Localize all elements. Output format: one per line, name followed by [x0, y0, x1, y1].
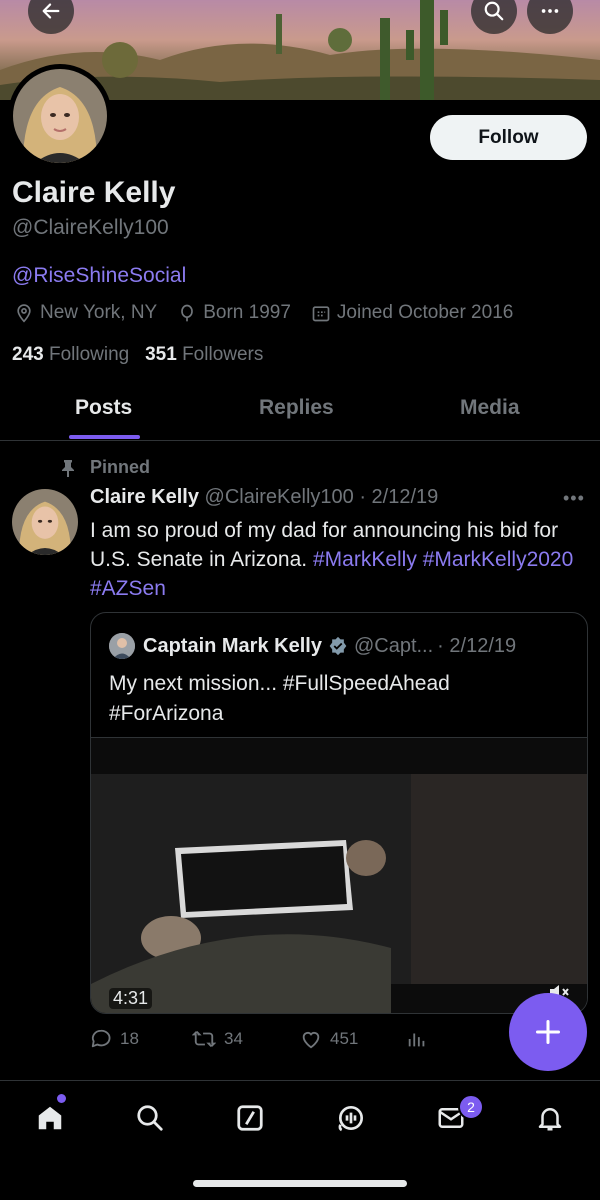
quote-author-handle: @Capt... — [353, 634, 434, 657]
follow-button[interactable]: Follow — [430, 115, 587, 160]
quote-line-1: My next mission... #FullSpeedAhead — [109, 672, 450, 695]
tab-media[interactable]: Media — [460, 396, 520, 420]
post-author-avatar[interactable] — [12, 489, 78, 555]
post-actions: 18 34 451 — [90, 1028, 570, 1054]
calendar-icon — [312, 306, 330, 322]
followers-label: Followers — [182, 344, 264, 365]
like-button[interactable]: 451 — [300, 1028, 358, 1050]
divider — [0, 1080, 600, 1081]
video-duration: 4:31 — [109, 988, 153, 1009]
post-header: Claire Kelly @ClaireKelly100 · 2/12/19 — [90, 486, 438, 509]
quote-author-name: Captain Mark Kelly — [143, 634, 322, 657]
follow-counts: 243 Following 351 Followers — [12, 344, 263, 366]
quote-text: My next mission... #FullSpeedAhead #ForA… — [109, 669, 450, 729]
profile-tabs: Posts Replies Media — [0, 386, 600, 441]
profile-link[interactable]: @RiseShineSocial — [12, 264, 186, 288]
followers-link[interactable]: 351 Followers — [145, 344, 263, 365]
more-horizontal-icon — [541, 9, 559, 13]
search-icon — [484, 1, 504, 21]
profile-name: Claire Kelly — [12, 176, 176, 209]
following-count: 243 — [12, 344, 44, 365]
nav-search[interactable] — [130, 1098, 170, 1138]
joined-item: Joined October 2016 — [311, 302, 513, 324]
profile-meta: New York, NY Born 1997 Joined October 20… — [14, 302, 533, 324]
hashtag-markkelly[interactable]: #MarkKelly — [313, 548, 417, 571]
following-label: Following — [48, 344, 130, 365]
bar-chart-icon — [408, 1033, 425, 1047]
birthday-item: Born 1997 — [177, 302, 291, 324]
arrow-left-icon — [42, 3, 60, 19]
home-icon — [38, 1106, 62, 1130]
nav-home[interactable] — [30, 1098, 70, 1138]
post-date: · 2/12/19 — [359, 486, 439, 508]
search-icon — [137, 1105, 163, 1131]
quote-video[interactable]: 4:31 — [91, 737, 587, 1013]
home-notification-dot — [57, 1094, 66, 1103]
location-item: New York, NY — [14, 302, 157, 324]
verified-badge-icon — [329, 636, 347, 656]
balloon-icon — [181, 304, 194, 322]
reply-icon — [91, 1029, 111, 1048]
birthday-text: Born 1997 — [203, 302, 291, 323]
followers-count: 351 — [145, 344, 177, 365]
post-more-icon[interactable]: ••• — [563, 488, 585, 509]
quoted-post[interactable]: Captain Mark Kelly @Capt... · 2/12/19 My… — [90, 612, 588, 1014]
post-author-name[interactable]: Claire Kelly — [90, 486, 199, 508]
pinned-text: Pinned — [90, 457, 151, 477]
grok-icon — [237, 1105, 263, 1131]
views-button[interactable] — [406, 1028, 436, 1050]
tab-posts[interactable]: Posts — [75, 396, 132, 420]
nav-notifications[interactable] — [530, 1098, 570, 1138]
hashtag-markkelly2020[interactable]: #MarkKelly2020 — [423, 548, 574, 571]
quote-date: · 2/12/19 — [437, 634, 517, 657]
home-indicator — [193, 1180, 407, 1187]
joined-text: Joined October 2016 — [336, 302, 514, 323]
tab-replies[interactable]: Replies — [259, 396, 334, 420]
location-pin-icon — [17, 304, 31, 323]
spaces-icon — [338, 1106, 363, 1132]
nav-spaces[interactable] — [331, 1098, 371, 1138]
quote-line-2: #ForArizona — [109, 702, 224, 725]
video-thumbnail — [91, 738, 587, 1013]
messages-badge: 2 — [458, 1094, 484, 1120]
quote-header: Captain Mark Kelly @Capt... · 2/12/19 — [109, 633, 516, 659]
like-count: 451 — [330, 1029, 359, 1048]
active-tab-indicator — [69, 435, 140, 439]
profile-avatar[interactable] — [8, 64, 112, 168]
post-text: I am so proud of my dad for announcing h… — [90, 516, 580, 603]
compose-post-button[interactable] — [509, 993, 587, 1071]
plus-icon — [535, 1019, 561, 1045]
post-author-handle: @ClaireKelly100 — [204, 486, 354, 508]
profile-photo — [13, 69, 107, 163]
repost-button[interactable]: 34 — [192, 1028, 243, 1050]
hashtag-azsen[interactable]: #AZSen — [90, 577, 166, 600]
reply-count: 18 — [120, 1029, 139, 1048]
pinned-label: Pinned — [60, 457, 150, 478]
location-text: New York, NY — [40, 302, 158, 323]
pin-icon — [62, 459, 74, 477]
quote-author-avatar — [109, 633, 135, 659]
heart-icon — [302, 1032, 320, 1049]
repost-count: 34 — [224, 1029, 243, 1048]
bell-icon — [538, 1108, 562, 1131]
following-link[interactable]: 243 Following — [12, 344, 129, 365]
nav-grok[interactable] — [230, 1098, 270, 1138]
repost-icon — [192, 1031, 216, 1047]
reply-button[interactable]: 18 — [90, 1028, 139, 1050]
profile-handle: @ClaireKelly100 — [12, 216, 169, 239]
